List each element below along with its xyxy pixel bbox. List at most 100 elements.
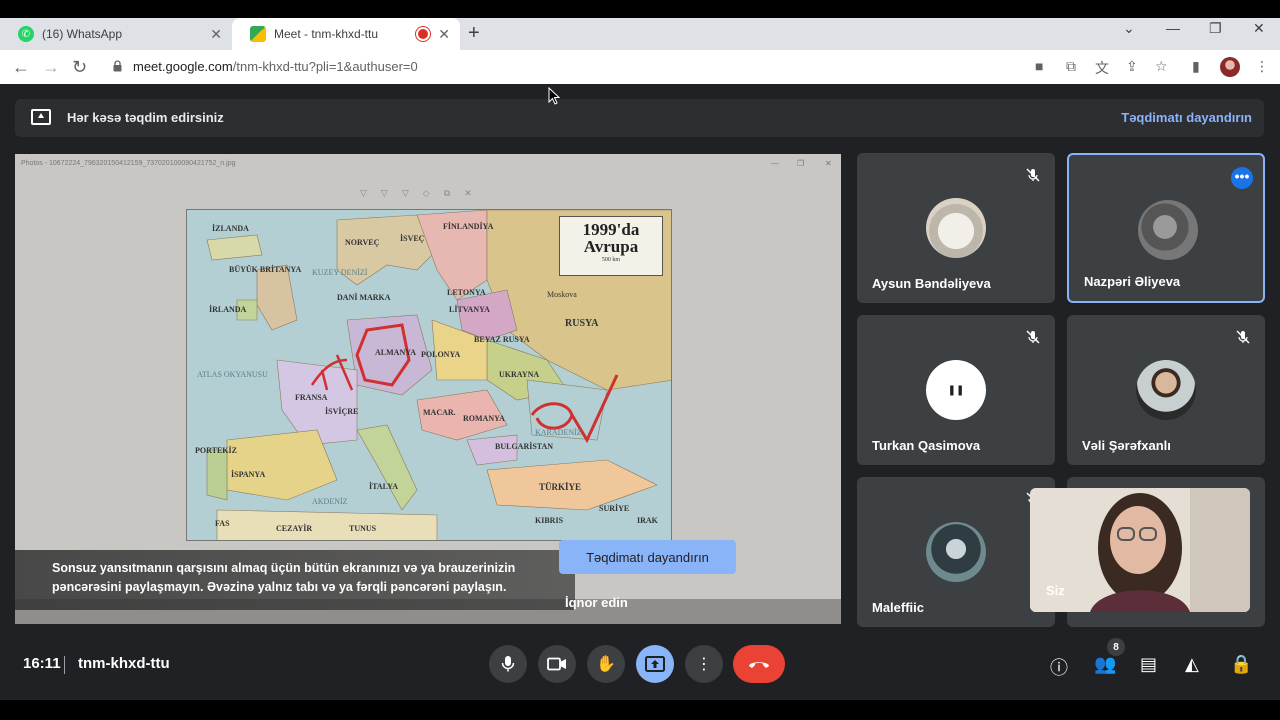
meet-icon [250,26,266,42]
forward-icon[interactable]: → [42,57,60,78]
bookmark-star-icon[interactable]: ☆ [1155,58,1168,75]
participant-name: Aysun Bəndəliyeva [872,276,991,291]
chat-icon[interactable]: ▤ [1140,654,1157,675]
more-vert-icon: ⋮ [696,656,712,673]
share-icon[interactable]: ⇪ [1126,58,1138,75]
shared-close-icon: ✕ [825,159,832,168]
reload-icon[interactable]: ↻ [72,57,87,78]
shared-minimize-icon: — [771,159,779,168]
avatar [1136,360,1196,420]
translate-icon[interactable]: 文 [1095,58,1109,78]
stop-presenting-button[interactable]: Təqdimatı dayandırın [559,540,736,574]
meeting-code: tnm-khxd-ttu [78,655,170,672]
more-options-button[interactable]: ⋮ [685,645,723,683]
map-label-kuzey-denizi: KUZEY DENİZİ [312,268,368,277]
map-label-izlanda: İZLANDA [212,224,249,233]
map-label-suriye: SURİYE [599,504,630,513]
map-label-fransa: FRANSA [295,393,328,402]
presenting-banner: Hər kəsə təqdim edirsiniz Təqdimatı daya… [15,99,1264,137]
restore-icon[interactable]: ❐ [1209,20,1222,37]
shared-restore-icon: ❐ [797,159,805,168]
leave-call-button[interactable] [733,645,785,683]
ignore-button[interactable]: İqnor edin [565,595,628,610]
map-title-line2: Avrupa [583,237,639,256]
tab-whatsapp[interactable]: ✆ (16) WhatsApp ✕ [0,18,232,50]
avatar [926,198,986,258]
back-icon[interactable]: ← [12,57,30,78]
map-label-karadeniz: KARADENİZ [535,428,582,437]
participant-tile[interactable]: ❚❚ Turkan Qasimova [857,315,1055,465]
map-label-ukrayna: UKRAYNA [499,370,540,379]
side-panel-icon[interactable]: ▮ [1192,58,1200,75]
present-screen-icon [645,656,665,672]
more-options-icon[interactable]: ••• [1231,167,1253,189]
minimize-icon[interactable]: — [1166,20,1180,36]
map-label-isvicre: İSVİÇRE [325,407,359,416]
people-count-badge: 8 [1107,638,1125,656]
map-label-kibris: KIBRIS [535,516,564,525]
infinite-mirror-warning: Sonsuz yansıtmanın qarşısını almaq üçün … [52,561,516,594]
activities-icon[interactable]: ◭ [1185,654,1199,675]
mic-off-icon [1026,168,1040,182]
map-label-rusya: RUSYA [565,318,599,329]
close-icon[interactable]: ✕ [438,26,450,43]
open-external-icon[interactable]: ⧉ [1066,58,1076,75]
shared-window-title: Photos - 10672224_796320150412159_737020… [21,160,236,167]
url-field[interactable]: meet.google.com/tnm-khxd-ttu?pli=1&authu… [133,59,418,74]
map-label-finlandiya: FİNLANDİYA [443,222,494,231]
avatar: ❚❚ [926,360,986,420]
map-label-bulgaristan: BULGARİSTAN [495,442,554,451]
pause-icon: ❚❚ [947,384,965,396]
avatar [926,522,986,582]
map-label-isvec: İSVEÇ [400,234,425,243]
mic-off-icon [1236,330,1250,344]
divider [64,656,65,674]
map-label-irak: IRAK [637,516,658,525]
meeting-details-icon[interactable]: ⓘ [1050,654,1068,680]
close-window-icon[interactable]: ✕ [1253,20,1265,37]
raise-hand-button[interactable]: ✋ [587,645,625,683]
participant-tile[interactable]: Vəli Şərəfxanlı [1067,315,1265,465]
map-label-almanya: ALMANYA [375,348,417,357]
participant-name: Maleffiic [872,600,925,615]
people-icon[interactable]: 👥 [1094,654,1116,675]
map-label-dani-marka: DANİ MARKA [337,293,391,302]
map-title-box: 1999'da Avrupa 500 km [559,216,663,276]
map-label-litvanya: LİTVANYA [449,305,490,314]
map-label-norvec: NORVEÇ [345,238,380,247]
microphone-button[interactable] [489,645,527,683]
participant-tile[interactable]: Aysun Bəndəliyeva [857,153,1055,303]
chevron-down-icon[interactable]: ⌄ [1123,20,1135,37]
tab-meet[interactable]: Meet - tnm-khxd-ttu ✕ [232,18,460,50]
map-label-macar: MACAR. [423,408,456,417]
close-icon[interactable]: ✕ [210,26,222,43]
lock-icon[interactable] [113,60,122,72]
shared-screen: Photos - 10672224_796320150412159_737020… [15,154,841,624]
stop-presenting-link[interactable]: Təqdimatı dayandırın [1121,110,1252,125]
present-button[interactable] [636,645,674,683]
whatsapp-icon: ✆ [18,26,34,42]
map-label-romanya: ROMANYA [463,414,505,423]
microphone-icon [501,656,515,672]
map-label-akdeniz: AKDENİZ [312,497,348,506]
menu-dots-icon[interactable]: ⋮ [1255,58,1269,75]
mouse-cursor-icon [548,87,560,105]
camera-button[interactable] [538,645,576,683]
map-label-beyaz-rusya: BEYAZ RUSYA [474,335,530,344]
new-tab-icon[interactable]: + [468,22,480,45]
hangup-phone-icon [749,662,769,668]
host-controls-icon[interactable]: 🔒 [1230,654,1252,675]
profile-avatar[interactable] [1220,57,1240,77]
screen: ✆ (16) WhatsApp ✕ Meet - tnm-khxd-ttu ✕ … [0,0,1280,720]
participant-tile[interactable]: ••• Nazpəri Əliyeva [1067,153,1265,303]
participant-tile[interactable]: Maleffiic [857,477,1055,627]
europe-map: 1999'da Avrupa 500 km İZLANDA NORVEÇ İSV… [186,209,672,541]
map-label-atlas-okyanusu: ATLAS OKYANUSU [197,370,268,379]
camera-icon[interactable]: ■ [1035,58,1043,74]
banner-text: Hər kəsə təqdim edirsiniz [67,110,224,125]
map-label-ispanya: İSPANYA [231,470,266,479]
map-label-moskova: Moskova [547,290,577,299]
photo-tools-icons: ▽▽▽◇⧉✕ [360,188,486,198]
map-label-polonya: POLONYA [421,350,461,359]
map-label-fas: FAS [215,519,230,528]
